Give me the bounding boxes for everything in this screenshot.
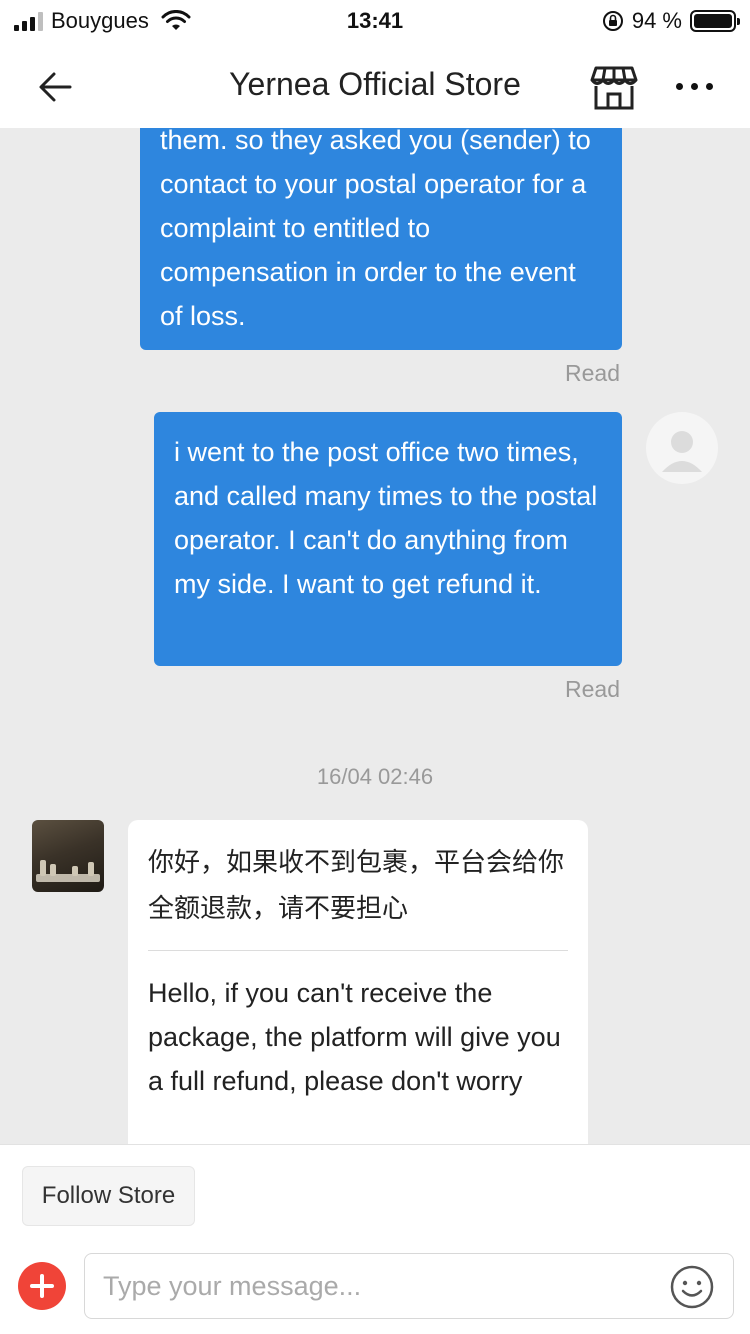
store-icon[interactable] (588, 62, 640, 114)
battery-icon (690, 10, 740, 32)
default-avatar-icon (662, 431, 702, 472)
plus-icon (30, 1274, 54, 1298)
read-status: Read (565, 676, 620, 702)
follow-store-button[interactable]: Follow Store (22, 1166, 195, 1226)
store-avatar[interactable] (32, 820, 104, 892)
composer-area: Follow Store (0, 1144, 750, 1334)
status-right: 94 % (602, 8, 740, 34)
sent-message-bubble: i went to the post office two times, and… (154, 412, 622, 666)
add-attachment-button[interactable] (18, 1262, 66, 1310)
chat-area[interactable]: them. so they asked you (sender) to cont… (0, 128, 750, 1144)
chat-header: Yernea Official Store (0, 44, 750, 128)
translation-divider (148, 950, 568, 951)
battery-percent: 94 % (631, 8, 682, 33)
message-input[interactable] (84, 1253, 734, 1319)
message-timestamp: 16/04 02:46 (316, 764, 434, 789)
more-options-icon[interactable] (672, 76, 716, 96)
message-translation-text: Hello, if you can't receive the package,… (148, 978, 561, 1096)
emoji-icon[interactable] (668, 1263, 716, 1311)
sent-message-bubble: them. so they asked you (sender) to cont… (140, 128, 622, 350)
status-bar: Bouygues 13:41 94 % (0, 0, 750, 44)
user-avatar[interactable] (646, 412, 718, 484)
message-original-text: 你好，如果收不到包裹，平台会给你全额退款，请不要担心 (148, 848, 565, 924)
orientation-lock-icon (602, 11, 623, 31)
received-message-bubble: 你好，如果收不到包裹，平台会给你全额退款，请不要担心 Hello, if you… (128, 820, 588, 1144)
read-status: Read (565, 360, 620, 386)
